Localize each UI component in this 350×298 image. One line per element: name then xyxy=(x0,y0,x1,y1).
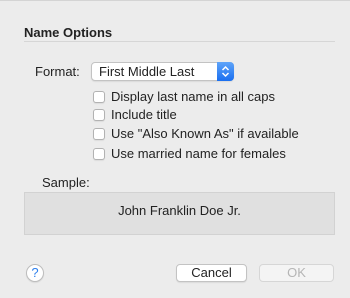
format-label: Format: xyxy=(35,64,80,79)
dialog-top-edge xyxy=(0,0,350,1)
sample-preview-text: John Franklin Doe Jr. xyxy=(118,203,241,218)
also-known-as-checkbox[interactable]: Use "Also Known As" if available xyxy=(93,126,299,141)
cancel-button[interactable]: Cancel xyxy=(176,264,247,282)
updown-arrows-icon xyxy=(217,62,234,81)
ok-button[interactable]: OK xyxy=(259,264,334,282)
sample-label: Sample: xyxy=(42,175,90,190)
checkbox-box[interactable] xyxy=(93,147,105,160)
format-select-value: First Middle Last xyxy=(99,64,195,79)
married-name-checkbox[interactable]: Use married name for females xyxy=(93,146,286,161)
checkbox-box[interactable] xyxy=(93,108,105,121)
checkbox-box[interactable] xyxy=(93,90,105,103)
checkbox-label: Use "Also Known As" if available xyxy=(111,126,299,141)
checkbox-label: Use married name for females xyxy=(111,146,286,161)
checkbox-label: Display last name in all caps xyxy=(111,89,276,104)
all-caps-checkbox[interactable]: Display last name in all caps xyxy=(93,89,275,104)
section-title: Name Options xyxy=(24,25,113,40)
sample-preview-box: John Franklin Doe Jr. xyxy=(24,192,335,235)
help-button[interactable]: ? xyxy=(26,264,44,282)
checkbox-box[interactable] xyxy=(93,127,105,140)
section-divider xyxy=(24,41,335,42)
checkbox-label: Include title xyxy=(111,107,177,122)
question-mark-icon: ? xyxy=(31,265,39,280)
format-select[interactable]: First Middle Last xyxy=(91,62,234,81)
include-title-checkbox[interactable]: Include title xyxy=(93,107,177,122)
